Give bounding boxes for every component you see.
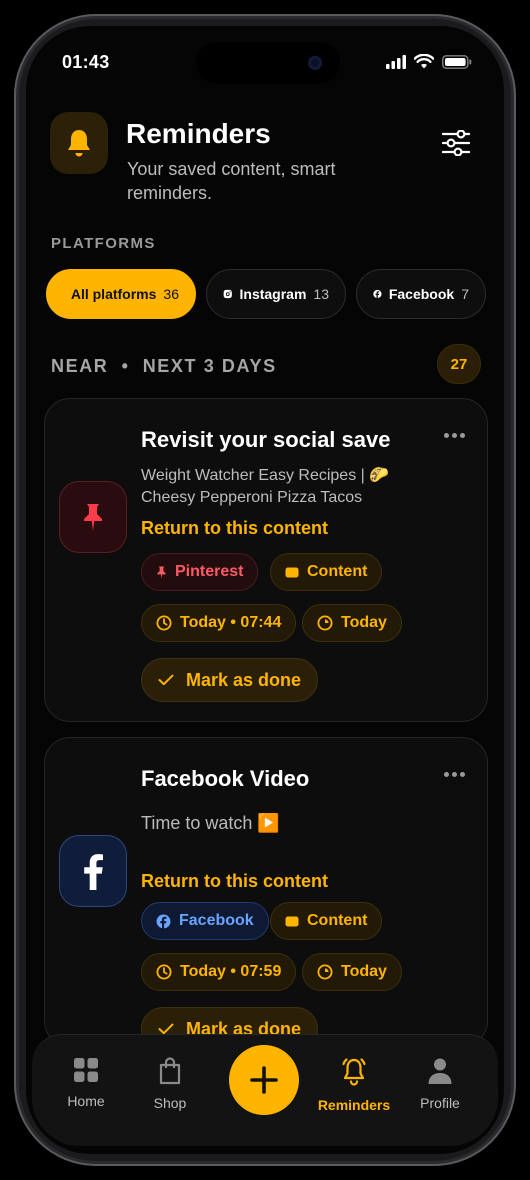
facebook-icon xyxy=(373,289,382,299)
near-count-badge: 27 xyxy=(437,344,481,384)
battery-icon xyxy=(442,54,472,69)
clock-icon xyxy=(156,964,172,980)
grid-icon xyxy=(74,1058,98,1082)
card-description: Weight Watcher Easy Recipes | 🌮 Cheesy P… xyxy=(141,467,390,506)
return-to-content-link[interactable]: Return to this content xyxy=(141,518,328,539)
dynamic-island xyxy=(196,42,340,84)
tag-label: Today • 07:59 xyxy=(180,963,282,980)
card-title: Revisit your social save xyxy=(141,427,391,452)
card-title: Facebook Video xyxy=(141,766,310,791)
check-icon xyxy=(158,674,174,686)
tag-label: Content xyxy=(307,563,368,580)
tab-label: Reminders xyxy=(317,1097,391,1113)
type-tag-content[interactable]: Content xyxy=(270,902,383,940)
page-title: Reminders xyxy=(126,118,271,149)
more-options-button[interactable] xyxy=(444,433,465,438)
time-tag: Today • 07:44 xyxy=(141,604,297,642)
tag-label: Facebook xyxy=(179,912,254,929)
type-tag-content[interactable]: Content xyxy=(270,553,383,591)
sparkle-icon xyxy=(63,293,64,295)
tag-label: Content xyxy=(307,912,368,929)
bell-icon xyxy=(342,1058,366,1086)
mark-as-done-button[interactable]: Mark as done xyxy=(141,658,319,702)
pin-icon xyxy=(84,504,102,531)
platform-chips: All platforms 36 Instagram 13 Facebook 7 xyxy=(46,269,486,319)
page-subtitle: Your saved content, smart reminders. xyxy=(127,159,336,203)
chip-label: Facebook xyxy=(388,286,455,302)
platform-tag-facebook[interactable]: Facebook xyxy=(141,902,269,940)
chip-count: 36 xyxy=(163,286,179,302)
tab-profile[interactable]: Profile xyxy=(400,1057,480,1111)
chip-count: 7 xyxy=(461,286,469,302)
platforms-label: PLATFORMS xyxy=(51,235,156,252)
bag-icon xyxy=(159,1057,181,1085)
status-icons xyxy=(386,54,472,69)
reminder-card[interactable]: Facebook Video Time to watch ▶️ Return t… xyxy=(44,737,488,1051)
pinterest-app-icon xyxy=(59,481,127,553)
app-screen: 01:43 Reminders Your saved content, smar… xyxy=(26,26,504,1154)
clock-icon xyxy=(156,615,172,631)
chip-facebook[interactable]: Facebook 7 xyxy=(356,269,486,319)
near-section-label: NEAR • NEXT 3 DAYS xyxy=(51,356,277,376)
facebook-app-icon xyxy=(59,835,127,907)
person-icon xyxy=(428,1058,452,1084)
instagram-icon xyxy=(223,289,232,299)
facebook-icon xyxy=(156,914,171,929)
card-description: Time to watch ▶️ xyxy=(141,813,280,833)
day-tag: Today xyxy=(302,604,402,642)
plus-icon xyxy=(250,1066,278,1094)
status-time: 01:43 xyxy=(62,52,110,72)
return-to-content-link[interactable]: Return to this content xyxy=(141,871,328,892)
more-options-button[interactable] xyxy=(444,772,465,777)
signal-icon xyxy=(386,54,406,69)
chip-count: 13 xyxy=(313,286,329,302)
sliders-icon xyxy=(441,129,471,157)
facebook-icon xyxy=(84,854,103,890)
chip-instagram[interactable]: Instagram 13 xyxy=(206,269,346,319)
timer-icon xyxy=(317,615,333,631)
timer-icon xyxy=(317,964,333,980)
tag-label: Today • 07:44 xyxy=(180,614,282,631)
tab-label: Home xyxy=(67,1093,105,1109)
platform-tag-pinterest[interactable]: Pinterest xyxy=(141,553,259,591)
bell-icon-badge xyxy=(50,112,108,174)
reminder-card[interactable]: Revisit your social save Weight Watcher … xyxy=(44,398,488,722)
tab-shop[interactable]: Shop xyxy=(130,1057,210,1111)
tab-home[interactable]: Home xyxy=(46,1057,126,1109)
filter-button[interactable] xyxy=(441,129,471,161)
chip-label: Instagram xyxy=(239,286,307,302)
tag-label: Today xyxy=(341,963,387,980)
tab-reminders[interactable]: Reminders xyxy=(314,1057,394,1113)
tab-label: Shop xyxy=(153,1095,187,1111)
camera-icon xyxy=(308,56,322,70)
bookmark-icon xyxy=(285,567,299,577)
chip-label: All platforms xyxy=(70,286,157,302)
bottom-tab-bar: Home Shop Reminders Profile xyxy=(32,1034,498,1146)
pin-icon xyxy=(157,566,166,579)
tag-label: Today xyxy=(341,614,387,631)
bookmark-icon xyxy=(285,916,299,926)
bell-icon xyxy=(68,130,90,157)
time-tag: Today • 07:59 xyxy=(141,953,297,991)
chip-all-platforms[interactable]: All platforms 36 xyxy=(46,269,196,319)
tag-label: Pinterest xyxy=(175,563,244,580)
day-tag: Today xyxy=(302,953,402,991)
add-reminder-button[interactable] xyxy=(229,1045,299,1115)
tab-label: Profile xyxy=(420,1095,460,1111)
wifi-icon xyxy=(414,54,434,69)
done-label: Mark as done xyxy=(186,669,302,690)
